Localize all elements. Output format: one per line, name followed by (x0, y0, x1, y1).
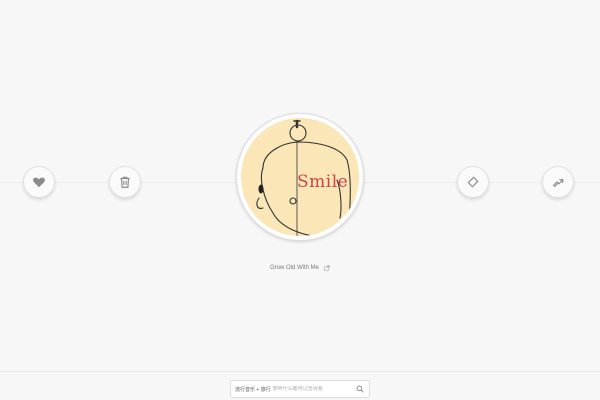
cover-text: Smile (297, 172, 349, 192)
external-link-icon[interactable] (324, 265, 330, 271)
footer-divider (0, 371, 600, 372)
loop-button[interactable] (457, 166, 489, 198)
search-box[interactable]: 流行音乐 + 旅行 (230, 380, 370, 398)
album-art: Smile (241, 118, 359, 236)
trash-icon (120, 176, 130, 188)
like-button[interactable] (23, 166, 55, 198)
heart-icon (33, 177, 45, 188)
trash-button[interactable] (109, 166, 141, 198)
loop-icon (467, 176, 479, 188)
search-input[interactable] (270, 386, 356, 392)
song-title[interactable]: Grow Old With Me (270, 265, 319, 271)
share-icon (552, 179, 564, 188)
search-icon[interactable] (356, 385, 364, 393)
search-tags[interactable]: 流行音乐 + 旅行 (231, 386, 271, 393)
share-button[interactable] (542, 166, 574, 198)
song-info: Grow Old With Me (0, 265, 600, 271)
album-cover[interactable]: Smile (236, 113, 364, 241)
